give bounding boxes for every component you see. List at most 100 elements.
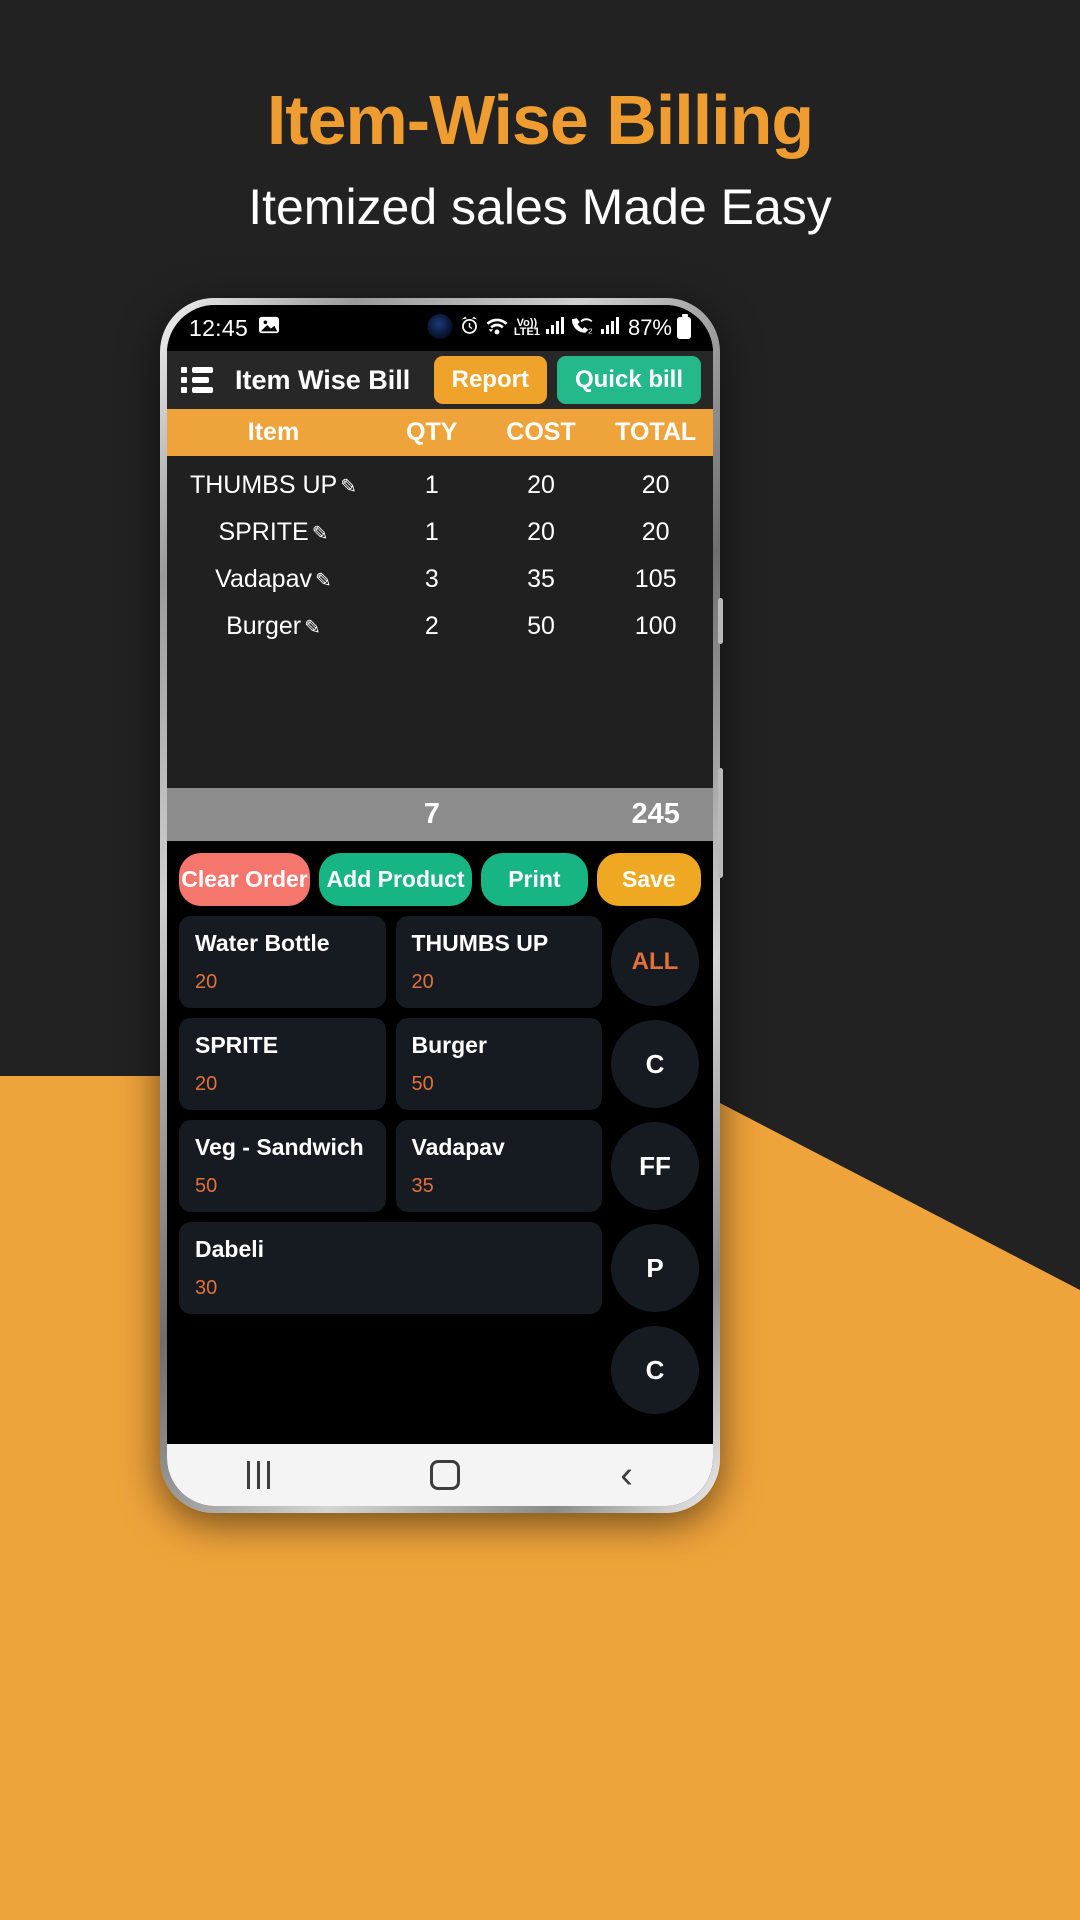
signal-bars-icon-2: [600, 315, 620, 341]
column-header-cost: COST: [506, 418, 576, 446]
product-price: 30: [195, 1277, 218, 1299]
category-button[interactable]: C: [611, 1020, 699, 1108]
product-name: SPRITE: [195, 1032, 279, 1058]
product-card[interactable]: Water Bottle 20: [179, 916, 386, 1008]
category-button[interactable]: FF: [611, 1122, 699, 1210]
page-title: Item Wise Bill: [235, 364, 411, 395]
save-button[interactable]: Save: [596, 853, 701, 906]
cell-cost: 20: [527, 471, 555, 499]
battery-percent: 87%: [627, 315, 672, 340]
cell-cost: 20: [527, 518, 555, 546]
app-bar: Item Wise Bill Report Quick bill: [167, 351, 713, 409]
product-price: 35: [411, 1175, 434, 1197]
total-amount: 245: [631, 798, 680, 830]
cell-cost: 35: [527, 565, 555, 593]
cell-total: 105: [634, 565, 677, 593]
pencil-icon[interactable]: ✎: [304, 617, 321, 639]
wifi-icon: [485, 315, 509, 342]
cell-qty: 1: [424, 471, 439, 499]
product-price: 20: [411, 971, 434, 993]
power-button[interactable]: [718, 598, 723, 644]
volte-indicator: Vo)) LTE1: [513, 318, 540, 338]
clear-order-button[interactable]: Clear Order: [179, 853, 310, 906]
cell-qty: 1: [424, 518, 439, 546]
cell-total: 100: [634, 612, 677, 640]
status-bar: 12:45 Vo)) LTE1 2 87%: [167, 305, 713, 351]
promo-title: Item-Wise Billing: [266, 81, 814, 159]
image-icon: [258, 315, 280, 341]
cell-cost: 50: [527, 612, 555, 640]
product-card[interactable]: SPRITE 20: [179, 1018, 386, 1110]
back-icon[interactable]: ‹: [620, 1456, 633, 1494]
table-row[interactable]: SPRITE ✎ 1 20 20: [167, 509, 713, 556]
quick-bill-button[interactable]: Quick bill: [556, 356, 701, 404]
camera-punch-hole: [427, 314, 453, 339]
product-name: Vadapav: [411, 1134, 505, 1160]
promo-subtitle: Itemized sales Made Easy: [248, 179, 832, 235]
product-card[interactable]: Dabeli 30: [179, 1222, 602, 1314]
item-name: THUMBS UP: [189, 471, 338, 499]
android-nav-bar: ‹: [167, 1444, 713, 1506]
alarm-icon: [459, 315, 480, 342]
product-grid: Water Bottle 20 THUMBS UP 20 SPRITE 20 Burger 5…: [179, 916, 602, 1444]
print-button[interactable]: Print: [481, 853, 588, 906]
volume-button[interactable]: [718, 768, 723, 878]
product-card[interactable]: Burger 50: [395, 1018, 602, 1110]
cell-item: Burger ✎: [167, 612, 380, 641]
column-header-item: Item: [247, 418, 300, 446]
product-card[interactable]: THUMBS UP 20: [395, 916, 602, 1008]
item-name: Vadapav: [215, 565, 312, 593]
column-header-qty: QTY: [406, 418, 458, 446]
cell-item: THUMBS UP ✎: [167, 471, 380, 500]
recents-icon[interactable]: [247, 1461, 271, 1489]
product-area: Water Bottle 20 THUMBS UP 20 SPRITE 20 Burger 5…: [167, 916, 713, 1444]
svg-text:2: 2: [588, 327, 592, 335]
product-name: Veg - Sandwich: [195, 1134, 364, 1160]
cell-item: SPRITE ✎: [167, 518, 380, 547]
pencil-icon[interactable]: ✎: [340, 476, 357, 498]
product-name: Dabeli: [195, 1236, 265, 1262]
add-product-button[interactable]: Add Product: [318, 853, 473, 906]
bill-totals-row: 7 245: [167, 788, 713, 841]
cell-total: 20: [641, 518, 670, 546]
phone-screen: 12:45 Vo)) LTE1 2 87% Item Wise Bill Rep…: [167, 305, 713, 1506]
action-button-bar: Clear Order Add Product Print Save: [167, 841, 713, 916]
pencil-icon[interactable]: ✎: [315, 570, 332, 592]
column-header-total: TOTAL: [615, 418, 697, 446]
table-row[interactable]: Vadapav ✎ 3 35 105: [167, 556, 713, 603]
home-icon[interactable]: [430, 1460, 461, 1490]
product-card[interactable]: Vadapav 35: [395, 1120, 602, 1212]
product-price: 50: [195, 1175, 218, 1197]
category-button[interactable]: C: [611, 1326, 699, 1414]
bill-table-header: Item QTY COST TOTAL: [167, 409, 713, 456]
cell-qty: 2: [424, 612, 439, 640]
battery-icon: [677, 314, 691, 339]
item-name: Burger: [226, 612, 302, 640]
product-name: Burger: [411, 1032, 487, 1058]
report-button[interactable]: Report: [433, 356, 547, 404]
product-price: 50: [411, 1073, 434, 1095]
product-name: THUMBS UP: [411, 930, 549, 956]
signal-bars-icon: [545, 315, 565, 341]
network-label: LTE1: [513, 326, 540, 338]
bill-table: Item QTY COST TOTAL THUMBS UP ✎ 1 20 20 SPRIT…: [167, 409, 713, 841]
cell-total: 20: [641, 471, 670, 499]
product-price: 20: [195, 1073, 218, 1095]
pencil-icon[interactable]: ✎: [312, 523, 329, 545]
product-price: 20: [195, 971, 218, 993]
product-name: Water Bottle: [195, 930, 330, 956]
product-card[interactable]: Veg - Sandwich 50: [179, 1120, 386, 1212]
cell-item: Vadapav ✎: [167, 565, 380, 594]
table-row[interactable]: Burger ✎ 2 50 100: [167, 603, 713, 650]
status-time: 12:45: [189, 314, 249, 341]
category-button[interactable]: ALL: [611, 918, 699, 1006]
call-wifi-icon: 2: [570, 315, 595, 341]
list-menu-icon[interactable]: [181, 367, 215, 393]
bill-table-body: THUMBS UP ✎ 1 20 20 SPRITE ✎ 1 20 20 Vadapav ✎ 3 35 10…: [167, 456, 713, 788]
category-button[interactable]: P: [611, 1224, 699, 1312]
total-qty: 7: [423, 798, 440, 830]
table-row[interactable]: THUMBS UP ✎ 1 20 20: [167, 462, 713, 509]
item-name: SPRITE: [218, 518, 309, 546]
cell-qty: 3: [424, 565, 439, 593]
category-list: ALL C FF P C: [611, 916, 703, 1444]
